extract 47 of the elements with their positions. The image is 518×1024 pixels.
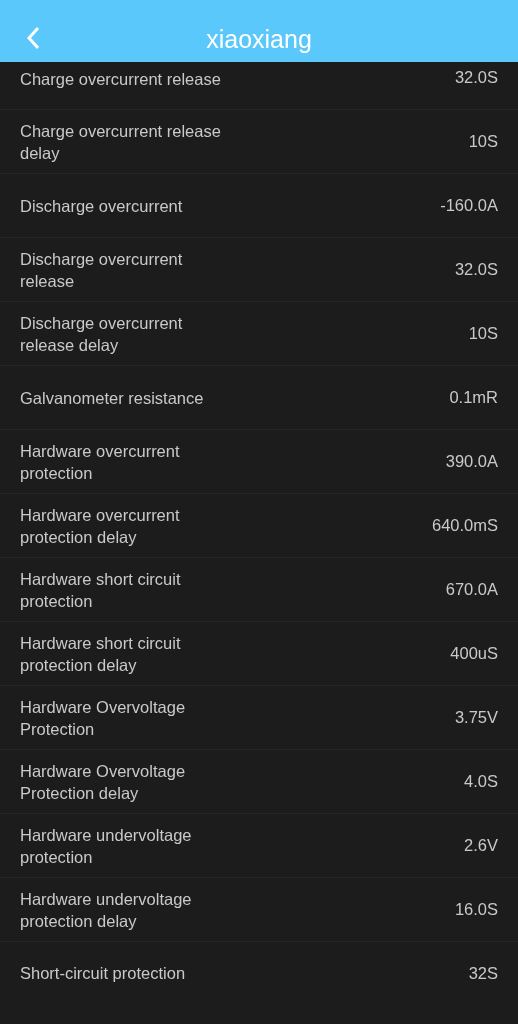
setting-label: Discharge overcurrent release [20, 248, 184, 292]
setting-value: 670.0A [445, 580, 498, 599]
setting-label: Charge overcurrent release [20, 69, 221, 90]
page-title: xiaoxiang [206, 25, 312, 54]
settings-row[interactable]: Hardware undervoltage protection delay 16.0S [0, 878, 518, 942]
setting-value: 32.0S [454, 68, 498, 87]
setting-value: 10S [468, 132, 498, 151]
setting-value: 32.0S [454, 260, 498, 279]
setting-value: 400uS [450, 644, 498, 663]
setting-value: 4.0S [464, 772, 498, 791]
setting-label: Hardware Overvoltage Protection [20, 696, 187, 740]
setting-value: 32S [468, 963, 498, 983]
setting-value: 2.6V [464, 836, 498, 855]
setting-label: Hardware Overvoltage Protection delay [20, 760, 187, 804]
setting-label: Short-circuit protection [20, 963, 186, 984]
settings-row[interactable]: Discharge overcurrent -160.0A [0, 174, 518, 238]
settings-row[interactable]: Hardware undervoltage protection 2.6V [0, 814, 518, 878]
settings-row[interactable]: Hardware Overvoltage Protection 3.75V [0, 686, 518, 750]
settings-row[interactable]: Hardware overcurrent protection delay 640.0mS [0, 494, 518, 558]
settings-row[interactable]: Charge overcurrent release delay 10S [0, 110, 518, 174]
setting-value: 3.75V [454, 708, 498, 727]
setting-label: Hardware undervoltage protection [20, 824, 193, 868]
setting-label: Hardware short circuit protection delay [20, 632, 182, 676]
settings-row[interactable]: Discharge overcurrent release delay 10S [0, 302, 518, 366]
setting-value: 390.0A [445, 452, 498, 471]
settings-row[interactable]: Hardware short circuit protection 670.0A [0, 558, 518, 622]
setting-label: Hardware overcurrent protection delay [20, 504, 181, 548]
setting-label: Galvanometer resistance [20, 387, 204, 409]
setting-value: 0.1mR [449, 388, 498, 407]
settings-row[interactable]: Hardware overcurrent protection 390.0A [0, 430, 518, 494]
setting-label: Discharge overcurrent release delay [20, 312, 184, 356]
settings-row[interactable]: Short-circuit protection 32S [0, 942, 518, 1004]
setting-value: 16.0S [454, 900, 498, 919]
settings-row[interactable]: Discharge overcurrent release 32.0S [0, 238, 518, 302]
settings-row[interactable]: Hardware Overvoltage Protection delay 4.0S [0, 750, 518, 814]
settings-row[interactable]: Galvanometer resistance 0.1mR [0, 366, 518, 430]
setting-value: -160.0A [440, 196, 498, 215]
settings-row[interactable]: Hardware short circuit protection delay 400uS [0, 622, 518, 686]
back-chevron-icon[interactable] [26, 26, 40, 50]
setting-value: 10S [468, 324, 498, 343]
setting-label: Hardware short circuit protection [20, 568, 182, 612]
setting-label: Hardware overcurrent protection [20, 440, 181, 484]
setting-label: Charge overcurrent release delay [20, 120, 222, 164]
setting-value: 640.0mS [431, 516, 498, 535]
setting-label: Hardware undervoltage protection delay [20, 888, 193, 932]
setting-label: Discharge overcurrent [20, 195, 183, 217]
settings-row[interactable]: Charge overcurrent release 32.0S [0, 62, 518, 110]
